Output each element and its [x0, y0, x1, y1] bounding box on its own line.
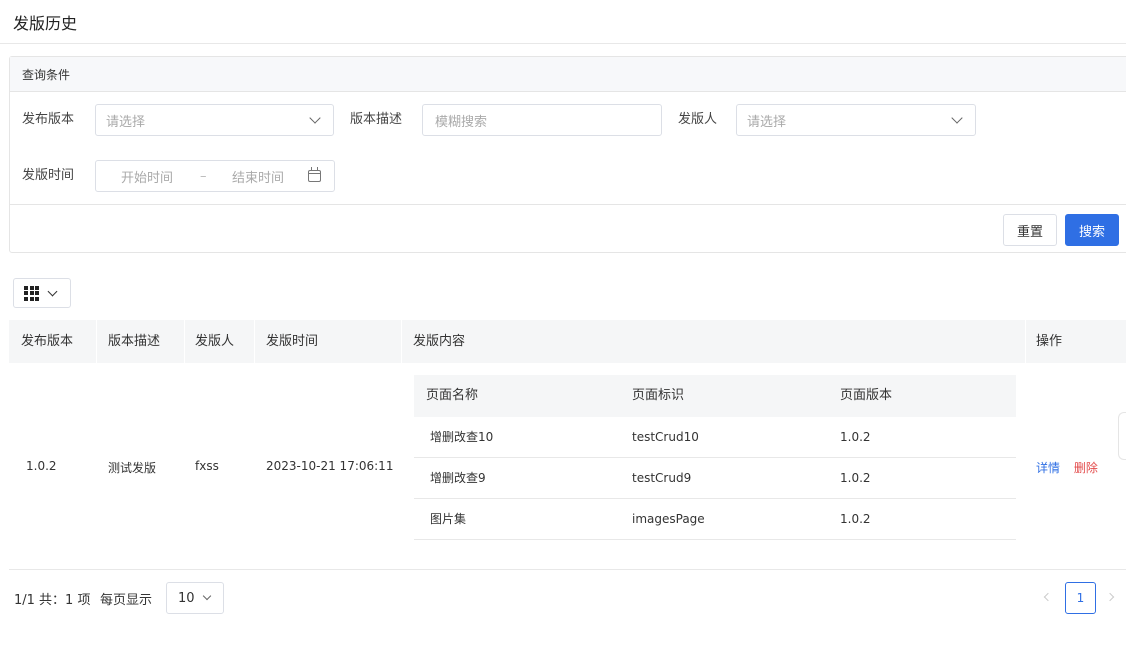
- inner-table-header: 页面名称 页面标识 页面版本: [414, 375, 1016, 417]
- column-divider: [1025, 320, 1026, 363]
- column-header[interactable]: 发版内容: [413, 320, 465, 363]
- table-header: 发布版本 版本描述 发版人 发版时间 发版内容 操作: [9, 320, 1126, 363]
- reset-button[interactable]: 重置: [1003, 214, 1057, 246]
- grid-icon: [24, 285, 39, 301]
- delete-link[interactable]: 删除: [1074, 461, 1098, 475]
- query-panel-header: 查询条件: [10, 57, 1126, 92]
- page-name: 图片集: [430, 512, 467, 526]
- version-select-placeholder: 请选择: [106, 114, 146, 130]
- per-page-label: 每页显示: [100, 593, 153, 608]
- date-range-picker[interactable]: 开始时间 – 结束时间: [95, 160, 335, 192]
- end-time-placeholder[interactable]: 结束时间: [232, 167, 284, 186]
- page-id: testCrud10: [632, 430, 699, 444]
- side-drawer-handle[interactable]: [1118, 412, 1126, 460]
- page-id: imagesPage: [632, 512, 705, 526]
- page-version: 1.0.2: [840, 471, 871, 485]
- column-divider: [401, 320, 402, 363]
- column-divider: [96, 320, 97, 363]
- column-divider: [254, 320, 255, 363]
- query-panel: 查询条件 发布版本 请选择 版本描述 模糊搜索 发版人 请选择 发版时间 开始时…: [9, 56, 1126, 253]
- time-label: 发版时间: [22, 168, 75, 183]
- chevron-left-icon[interactable]: [1043, 592, 1053, 602]
- date-range-separator: –: [200, 168, 207, 184]
- page-title: 发版历史: [13, 13, 78, 33]
- page-id: testCrud9: [632, 471, 692, 485]
- page-root: 发版历史 查询条件 发布版本 请选择 版本描述 模糊搜索 发版人 请选择 发版时…: [0, 0, 1126, 645]
- chevron-right-icon[interactable]: [1105, 592, 1115, 602]
- chevron-down-icon: [202, 591, 211, 601]
- row-description: 测试发版: [108, 461, 157, 475]
- column-header[interactable]: 发布版本: [21, 320, 73, 363]
- publisher-select-placeholder: 请选择: [747, 114, 787, 130]
- description-label: 版本描述: [350, 112, 403, 127]
- table-divider: [9, 569, 1126, 570]
- inner-column-header: 页面标识: [632, 388, 685, 403]
- publisher-label: 发版人: [678, 112, 718, 127]
- inner-table-row: 图片集 imagesPage 1.0.2: [414, 499, 1016, 540]
- row-time: 2023-10-21 17:06:11: [266, 459, 394, 473]
- row-publisher: fxss: [195, 459, 219, 473]
- inner-column-header: 页面名称: [426, 388, 479, 403]
- title-bar: 发版历史: [0, 0, 1126, 44]
- pagination-summary: 1/1 共：1 项: [14, 593, 91, 608]
- per-page-select[interactable]: 10: [166, 582, 224, 614]
- inner-column-header: 页面版本: [840, 388, 893, 403]
- chevron-down-icon: [309, 112, 321, 124]
- inner-table-row: 增删改查9 testCrud9 1.0.2: [414, 458, 1016, 499]
- publisher-select[interactable]: 请选择: [736, 104, 976, 136]
- query-actions: 重置 搜索: [10, 204, 1126, 252]
- row-version: 1.0.2: [26, 459, 57, 473]
- page-button-current[interactable]: 1: [1065, 582, 1096, 614]
- inner-table-row: 增删改查10 testCrud10 1.0.2: [414, 417, 1016, 458]
- description-input-placeholder: 模糊搜索: [435, 114, 488, 130]
- description-input[interactable]: 模糊搜索: [422, 104, 662, 136]
- chevron-down-icon: [951, 112, 963, 124]
- row-actions: 详情 删除: [1036, 459, 1098, 476]
- column-header[interactable]: 发版人: [195, 320, 234, 363]
- column-header[interactable]: 版本描述: [108, 320, 160, 363]
- page-version: 1.0.2: [840, 430, 871, 444]
- page-name: 增删改查10: [430, 430, 494, 444]
- column-divider: [184, 320, 185, 363]
- page-version: 1.0.2: [840, 512, 871, 526]
- column-header[interactable]: 发版时间: [266, 320, 318, 363]
- chevron-down-icon: [47, 286, 58, 296]
- calendar-icon: [308, 167, 321, 182]
- per-page-value: 10: [178, 590, 195, 606]
- start-time-placeholder[interactable]: 开始时间: [121, 167, 173, 186]
- release-content-table: 页面名称 页面标识 页面版本 增删改查10 testCrud10 1.0.2 增…: [414, 375, 1016, 540]
- column-settings-button[interactable]: [13, 278, 71, 308]
- version-label: 发布版本: [22, 112, 75, 127]
- search-button[interactable]: 搜索: [1065, 214, 1119, 246]
- column-header: 操作: [1036, 334, 1063, 349]
- detail-link[interactable]: 详情: [1036, 461, 1060, 475]
- version-select[interactable]: 请选择: [95, 104, 334, 136]
- page-name: 增删改查9: [430, 471, 486, 485]
